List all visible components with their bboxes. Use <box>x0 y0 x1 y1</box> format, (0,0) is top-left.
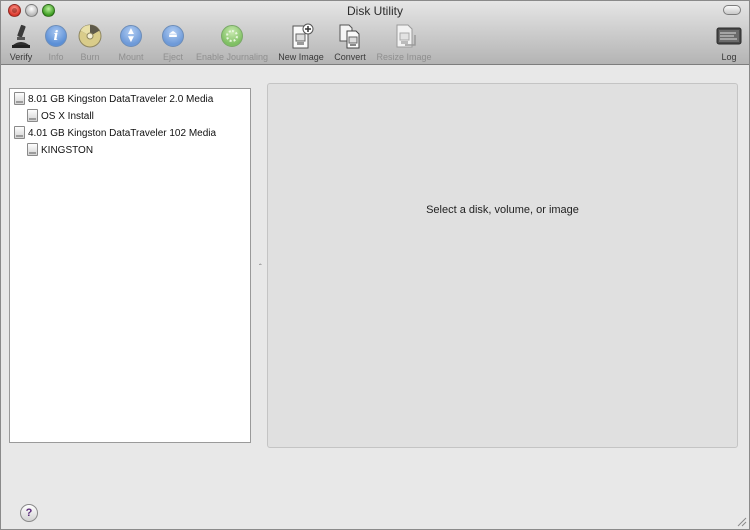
info-icon: i <box>43 23 69 49</box>
help-button[interactable]: ? <box>20 504 38 522</box>
resize-grip-icon[interactable] <box>735 515 747 527</box>
new-image-label: New Image <box>278 52 324 62</box>
volume-icon <box>27 143 38 156</box>
journaling-icon <box>219 23 245 49</box>
log-label: Log <box>721 52 737 62</box>
burn-button[interactable]: Burn <box>77 23 103 62</box>
disk-utility-window: Disk Utility Verify i Info Burn ▲ ▼ Moun… <box>0 0 750 530</box>
volume-list-item[interactable]: OS X Install <box>27 109 94 125</box>
verify-button[interactable]: Verify <box>6 23 36 62</box>
disk-list[interactable]: 8.01 GB Kingston DataTraveler 2.0 Media … <box>9 88 251 443</box>
new-image-icon <box>288 23 314 49</box>
volume-label: OS X Install <box>41 111 94 122</box>
resize-image-label: Resize Image <box>376 52 432 62</box>
enable-journaling-label: Enable Journaling <box>195 52 269 62</box>
new-image-button[interactable]: New Image <box>275 23 327 62</box>
volume-list-item[interactable]: KINGSTON <box>27 143 93 159</box>
split-view-handle[interactable]: ˆ <box>259 263 262 272</box>
info-label: Info <box>48 52 64 62</box>
verify-label: Verify <box>9 52 33 62</box>
disk-label: 8.01 GB Kingston DataTraveler 2.0 Media <box>28 94 214 105</box>
disk-icon <box>14 126 25 139</box>
eject-button[interactable]: ⏏ Eject <box>159 23 187 62</box>
mount-button[interactable]: ▲ ▼ Mount <box>116 23 146 62</box>
title-bar[interactable]: Disk Utility <box>1 1 749 21</box>
mount-icon: ▲ ▼ <box>118 23 144 49</box>
resize-image-button[interactable]: Resize Image <box>374 23 434 62</box>
disk-label: 4.01 GB Kingston DataTraveler 102 Media <box>28 128 217 139</box>
window-chrome: Disk Utility Verify i Info Burn ▲ ▼ Moun… <box>1 1 749 65</box>
disk-icon <box>14 92 25 105</box>
toolbar: Verify i Info Burn ▲ ▼ Mount ⏏ Eject Ena… <box>1 21 749 65</box>
eject-label: Eject <box>162 52 183 62</box>
eject-icon: ⏏ <box>160 23 186 49</box>
convert-label: Convert <box>334 52 366 62</box>
disk-list-item[interactable]: 8.01 GB Kingston DataTraveler 2.0 Media <box>14 92 213 108</box>
resize-image-icon <box>391 23 417 49</box>
log-button[interactable]: Log <box>714 23 744 62</box>
empty-selection-message: Select a disk, volume, or image <box>426 204 579 216</box>
volume-icon <box>27 109 38 122</box>
burn-icon <box>77 23 103 49</box>
burn-label: Burn <box>80 52 100 62</box>
log-icon <box>716 23 742 49</box>
convert-button[interactable]: Convert <box>332 23 368 62</box>
disk-list-item[interactable]: 4.01 GB Kingston DataTraveler 102 Media <box>14 126 216 142</box>
window-title: Disk Utility <box>347 4 403 18</box>
toolbar-toggle-button[interactable] <box>723 5 741 15</box>
convert-icon <box>337 23 363 49</box>
info-button[interactable]: i Info <box>43 23 69 62</box>
microscope-icon <box>8 23 34 49</box>
volume-label: KINGSTON <box>41 145 94 156</box>
enable-journaling-button[interactable]: Enable Journaling <box>192 23 272 62</box>
mount-label: Mount <box>118 52 144 62</box>
detail-pane: Select a disk, volume, or image <box>267 83 738 448</box>
